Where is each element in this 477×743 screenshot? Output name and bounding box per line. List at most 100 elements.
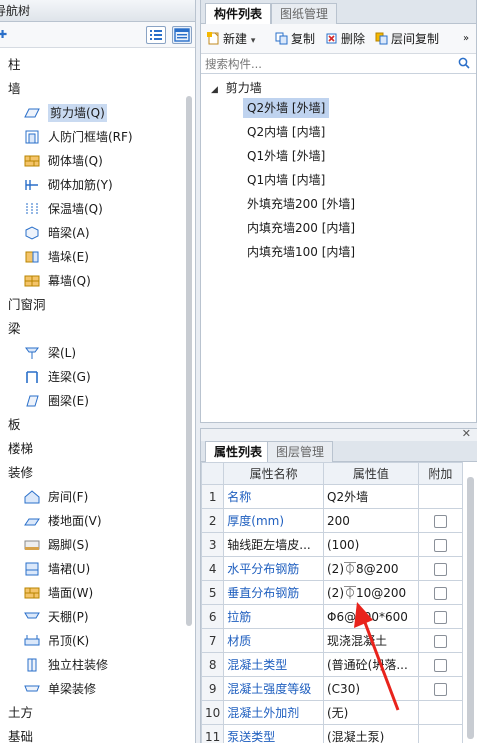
property-row[interactable]: 6 拉筋 Φ6@600*600 <box>200 604 464 629</box>
property-value[interactable]: (C30) <box>323 676 419 701</box>
additional-checkbox[interactable] <box>433 634 447 648</box>
property-row[interactable]: 5 垂直分布钢筋 (2)⏁10@200 <box>200 580 464 605</box>
tree-item[interactable]: 踢脚(S) <box>0 533 182 557</box>
component-item[interactable]: 内填充墙100 [内墙] <box>247 242 355 262</box>
detail-view-button[interactable] <box>172 26 192 44</box>
tree-item[interactable]: 砌体加筋(Y) <box>0 173 182 197</box>
property-value[interactable]: Φ6@600*600 <box>323 604 419 629</box>
left-scrollbar[interactable] <box>186 96 192 626</box>
collapse-triangle-icon[interactable]: ◢ <box>211 85 218 95</box>
tree-item[interactable]: 房间(F) <box>0 485 182 509</box>
property-value[interactable]: (100) <box>323 532 419 557</box>
tree-item[interactable]: 墙裙(U) <box>0 557 182 581</box>
layer-copy-button[interactable]: 层间复制 <box>375 31 439 47</box>
tree-item[interactable]: 圈梁(E) <box>0 389 182 413</box>
copy-button[interactable]: 复制 <box>275 31 315 47</box>
tree-item[interactable]: 保温墙(Q) <box>0 197 182 221</box>
property-value[interactable]: Q2外墙 <box>323 484 419 509</box>
row-number: 8 <box>200 652 225 677</box>
additional-checkbox[interactable] <box>433 610 447 624</box>
additional-checkbox[interactable] <box>433 586 447 600</box>
list-view-button[interactable] <box>146 26 166 44</box>
tab-drawing-management[interactable]: 图纸管理 <box>271 3 338 24</box>
beam-finish-icon <box>24 685 40 692</box>
property-value[interactable]: 现浇混凝土 <box>323 628 419 653</box>
tree-item[interactable]: 独立柱装修 <box>0 653 182 677</box>
property-value[interactable]: (2)⏁10@200 <box>323 580 419 605</box>
property-row[interactable]: 7 材质 现浇混凝土 <box>200 628 464 653</box>
ring-beam-icon <box>26 395 39 407</box>
property-name: 材质 <box>223 628 324 653</box>
pin-icon[interactable]: ✚ <box>0 28 7 41</box>
component-item[interactable]: 外填充墙200 [外墙] <box>247 194 355 214</box>
additional-checkbox[interactable] <box>433 538 447 552</box>
tree-item[interactable]: 墙面(W) <box>0 581 182 605</box>
component-item[interactable]: Q1外墙 [外墙] <box>247 146 325 166</box>
skirting-icon <box>24 540 40 550</box>
tree-item[interactable]: 吊顶(K) <box>0 629 182 653</box>
tree-category[interactable]: 基础 <box>0 725 182 743</box>
floor-icon <box>24 518 40 526</box>
property-value[interactable]: 200 <box>323 508 419 533</box>
tree-category[interactable]: 墙 <box>0 77 182 101</box>
tree-category[interactable]: 门窗洞 <box>0 293 182 317</box>
tree-item[interactable]: 楼地面(V) <box>0 509 182 533</box>
additional-cell <box>417 676 464 701</box>
tree-item[interactable]: 连梁(G) <box>0 365 182 389</box>
property-value[interactable]: (混凝土泵) <box>323 724 419 743</box>
property-value[interactable]: (普通砼(坍落... <box>323 652 419 677</box>
property-row[interactable]: 9 混凝土强度等级 (C30) <box>200 676 464 701</box>
tree-item[interactable]: 墙垛(E) <box>0 245 182 269</box>
tree-item[interactable]: 梁(L) <box>0 341 182 365</box>
tab-property-list[interactable]: 属性列表 <box>205 441 272 463</box>
tree-item[interactable]: 人防门框墙(RF) <box>0 125 182 149</box>
tree-category[interactable]: 楼梯 <box>0 437 182 461</box>
property-value[interactable]: (2)⏁8@200 <box>323 556 419 581</box>
component-item[interactable]: Q2外墙 [外墙] <box>243 98 330 118</box>
component-item[interactable]: Q1内墙 [内墙] <box>247 170 325 190</box>
property-scrollbar[interactable] <box>467 477 474 739</box>
copy-icon <box>275 32 288 45</box>
property-row[interactable]: 11 泵送类型 (混凝土泵) <box>200 724 464 743</box>
tree-category[interactable]: 梁 <box>0 317 182 341</box>
property-value[interactable]: (无) <box>323 700 419 725</box>
search-icon[interactable] <box>458 57 470 69</box>
property-row[interactable]: 3 轴线距左墙皮... (100) <box>200 532 464 557</box>
tree-item[interactable]: 暗梁(A) <box>0 221 182 245</box>
additional-checkbox[interactable] <box>433 658 447 672</box>
property-row[interactable]: 1 名称 Q2外墙 <box>200 484 464 509</box>
tab-layer-management[interactable]: 图层管理 <box>267 441 334 462</box>
tree-item[interactable]: 剪力墙(Q) <box>0 101 182 125</box>
hidden-beam-icon <box>25 226 39 240</box>
close-icon[interactable]: ✕ <box>462 427 471 440</box>
additional-checkbox[interactable] <box>433 682 447 696</box>
insulation-wall-icon <box>26 203 38 215</box>
component-group-header[interactable]: ◢ 剪力墙 <box>211 78 262 98</box>
tree-category[interactable]: 土方 <box>0 701 182 725</box>
property-row[interactable]: 4 水平分布钢筋 (2)⏁8@200 <box>200 556 464 581</box>
tree-item[interactable]: 天棚(P) <box>0 605 182 629</box>
component-search-input[interactable] <box>205 55 445 73</box>
tree-category[interactable]: 板 <box>0 413 182 437</box>
additional-checkbox[interactable] <box>433 514 447 528</box>
navigation-tree-panel: 导航树 ✚ 柱墙剪力墙(Q) 人防门框墙(RF) 砌体墙(Q) 砌体加筋(Y) 保温墙(… <box>0 0 196 743</box>
tree-item-label: 人防门框墙(RF) <box>48 130 133 144</box>
property-row[interactable]: 8 混凝土类型 (普通砼(坍落... <box>200 652 464 677</box>
component-item[interactable]: Q2内墙 [内墙] <box>247 122 325 142</box>
component-item[interactable]: 内填充墙200 [内墙] <box>247 218 355 238</box>
tree-item[interactable]: 幕墙(Q) <box>0 269 182 293</box>
additional-checkbox[interactable] <box>433 562 447 576</box>
col-number <box>200 462 225 485</box>
more-tools-icon[interactable]: » <box>463 31 469 47</box>
row-number: 11 <box>200 724 225 743</box>
new-button[interactable]: 新建 ▾ <box>207 31 255 47</box>
dropdown-arrow-icon[interactable]: ▾ <box>251 36 256 46</box>
property-row[interactable]: 2 厚度(mm) 200 <box>200 508 464 533</box>
tree-item[interactable]: 砌体墙(Q) <box>0 149 182 173</box>
property-row[interactable]: 10 混凝土外加剂 (无) <box>200 700 464 725</box>
tab-component-list[interactable]: 构件列表 <box>205 3 272 25</box>
tree-item[interactable]: 单梁装修 <box>0 677 182 701</box>
tree-category[interactable]: 柱 <box>0 53 182 77</box>
delete-button[interactable]: 删除 <box>325 31 365 47</box>
tree-category[interactable]: 装修 <box>0 461 182 485</box>
